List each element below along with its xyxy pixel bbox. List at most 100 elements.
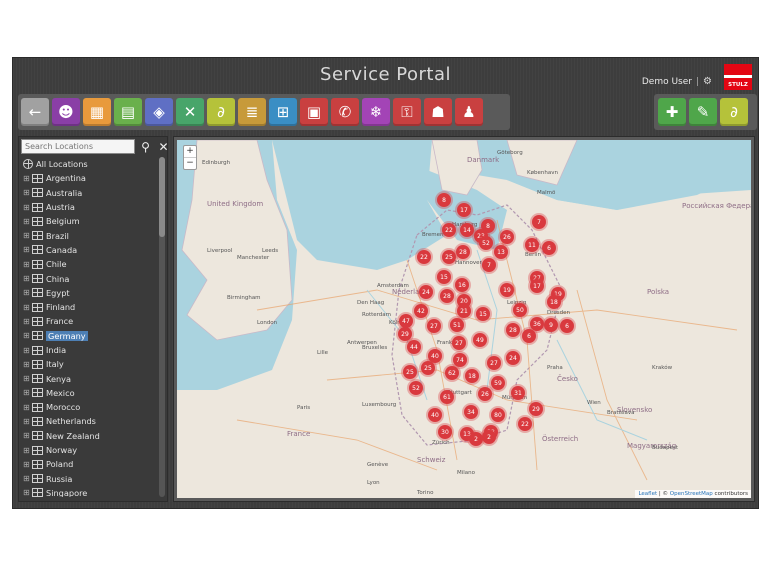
toolbar-button-calendar[interactable]: ▣ — [300, 98, 328, 126]
tree-item[interactable]: ⊞ China — [23, 271, 155, 285]
expand-icon[interactable]: ⊞ — [23, 317, 32, 326]
tree-item[interactable]: ⊞ Germany — [23, 329, 155, 343]
expand-icon[interactable]: ⊞ — [23, 188, 32, 197]
cluster-marker[interactable]: 13 — [494, 245, 508, 259]
toolbar-button-user[interactable]: ♟ — [455, 98, 483, 126]
leaflet-link[interactable]: Leaflet — [638, 491, 657, 497]
expand-icon[interactable]: ⊞ — [23, 474, 32, 483]
sidebar-scrollbar[interactable] — [159, 157, 165, 497]
cluster-marker[interactable]: 52 — [409, 381, 423, 395]
cluster-marker[interactable]: 28 — [440, 289, 454, 303]
tree-item[interactable]: ⊞ Morocco — [23, 400, 155, 414]
tree-item[interactable]: ⊞ Belgium — [23, 214, 155, 228]
cluster-marker[interactable]: 29 — [529, 402, 543, 416]
cluster-marker[interactable]: 34 — [464, 405, 478, 419]
cluster-marker[interactable]: 31 — [511, 386, 525, 400]
cluster-marker[interactable]: 25 — [442, 250, 456, 264]
zoom-out-button[interactable]: − — [184, 158, 196, 169]
cluster-marker[interactable]: 15 — [437, 270, 451, 284]
cluster-marker[interactable]: 17 — [530, 279, 544, 293]
expand-icon[interactable]: ⊞ — [23, 388, 32, 397]
toolbar-button-cube[interactable]: ◈ — [145, 98, 173, 126]
toolbar-button-snowflake[interactable]: ❄ — [362, 98, 390, 126]
cluster-marker[interactable]: 8 — [437, 193, 451, 207]
tree-item[interactable]: ⊞ New Zealand — [23, 429, 155, 443]
expand-icon[interactable]: ⊞ — [23, 488, 32, 497]
search-input[interactable] — [21, 139, 135, 154]
expand-icon[interactable]: ⊞ — [23, 403, 32, 412]
cluster-marker[interactable]: 49 — [473, 333, 487, 347]
cluster-marker[interactable]: 6 — [560, 319, 574, 333]
cluster-marker[interactable]: 59 — [491, 376, 505, 390]
cluster-marker[interactable]: 51 — [450, 318, 464, 332]
tree-item[interactable]: ⊞ Australia — [23, 186, 155, 200]
close-icon[interactable]: ✕ — [156, 139, 171, 154]
expand-icon[interactable]: ⊞ — [23, 245, 32, 254]
cluster-marker[interactable]: 6 — [522, 329, 536, 343]
cluster-marker[interactable]: 28 — [456, 245, 470, 259]
tree-item[interactable]: ⊞ Netherlands — [23, 414, 155, 428]
cluster-marker[interactable]: 9 — [544, 318, 558, 332]
cluster-marker[interactable]: 61 — [440, 390, 454, 404]
tree-item[interactable]: ⊞ Norway — [23, 443, 155, 457]
expand-icon[interactable]: ⊞ — [23, 460, 32, 469]
expand-icon[interactable]: ⊞ — [23, 174, 32, 183]
action-button-attach[interactable]: ∂ — [720, 98, 748, 126]
cluster-marker[interactable]: 40 — [428, 408, 442, 422]
toolbar-button-key[interactable]: ⚿ — [393, 98, 421, 126]
cluster-marker[interactable]: 18 — [465, 369, 479, 383]
toolbar-button-back[interactable]: ← — [21, 98, 49, 126]
expand-icon[interactable]: ⊞ — [23, 374, 32, 383]
cluster-marker[interactable]: 25 — [421, 361, 435, 375]
tree-item[interactable]: ⊞ Finland — [23, 300, 155, 314]
cluster-marker[interactable]: 7 — [482, 258, 496, 272]
cluster-marker[interactable]: 50 — [513, 303, 527, 317]
cluster-marker[interactable]: 44 — [407, 340, 421, 354]
cluster-marker[interactable]: 16 — [455, 278, 469, 292]
tree-root[interactable]: All Locations — [23, 157, 155, 171]
cluster-marker[interactable]: 47 — [399, 314, 413, 328]
tree-item[interactable]: ⊞ Poland — [23, 457, 155, 471]
search-icon[interactable]: ⚲ — [138, 139, 153, 154]
toolbar-button-user-switch[interactable]: ☗ — [424, 98, 452, 126]
tree-item[interactable]: ⊞ Austria — [23, 200, 155, 214]
cluster-marker[interactable]: 25 — [403, 365, 417, 379]
tree-item[interactable]: ⊞ Mexico — [23, 386, 155, 400]
toolbar-button-paperclip[interactable]: ∂ — [207, 98, 235, 126]
expand-icon[interactable]: ⊞ — [23, 231, 32, 240]
cluster-marker[interactable]: 26 — [478, 387, 492, 401]
user-menu[interactable]: Demo User | ⚙ — [642, 76, 712, 87]
tree-item[interactable]: ⊞ India — [23, 343, 155, 357]
expand-icon[interactable]: ⊞ — [23, 417, 32, 426]
user-name[interactable]: Demo User — [642, 77, 692, 87]
cluster-marker[interactable]: 80 — [491, 408, 505, 422]
cluster-marker[interactable]: 24 — [506, 351, 520, 365]
expand-icon[interactable]: ⊞ — [23, 260, 32, 269]
expand-icon[interactable]: ⊞ — [23, 303, 32, 312]
cluster-marker[interactable]: 29 — [398, 327, 412, 341]
cluster-marker[interactable]: 15 — [476, 307, 490, 321]
toolbar-button-map[interactable]: ▦ — [83, 98, 111, 126]
expand-icon[interactable]: ⊞ — [23, 288, 32, 297]
cluster-marker[interactable]: 22 — [518, 417, 532, 431]
zoom-in-button[interactable]: + — [184, 146, 196, 158]
cluster-marker[interactable]: 6 — [542, 241, 556, 255]
tree-item[interactable]: ⊞ Kenya — [23, 371, 155, 385]
cluster-marker[interactable]: 18 — [547, 295, 561, 309]
map-view[interactable]: + − United Kingdom Danmark Nederland Polska… — [177, 140, 751, 498]
gear-icon[interactable]: ⚙ — [703, 76, 712, 87]
action-button-add[interactable]: ✚ — [658, 98, 686, 126]
tree-item[interactable]: ⊞ Singapore — [23, 486, 155, 497]
cluster-marker[interactable]: 22 — [417, 250, 431, 264]
cluster-marker[interactable]: 30 — [438, 425, 452, 439]
toolbar-button-cart[interactable]: ⊞ — [269, 98, 297, 126]
action-button-edit[interactable]: ✎ — [689, 98, 717, 126]
cluster-marker[interactable]: 7 — [532, 215, 546, 229]
cluster-marker[interactable]: 74 — [453, 353, 467, 367]
osm-link[interactable]: OpenStreetMap — [670, 491, 713, 497]
cluster-marker[interactable]: 14 — [460, 223, 474, 237]
toolbar-button-users[interactable]: ☻ — [52, 98, 80, 126]
toolbar-button-tools[interactable]: ✕ — [176, 98, 204, 126]
cluster-marker[interactable]: 11 — [525, 238, 539, 252]
tree-item[interactable]: ⊞ Argentina — [23, 171, 155, 185]
